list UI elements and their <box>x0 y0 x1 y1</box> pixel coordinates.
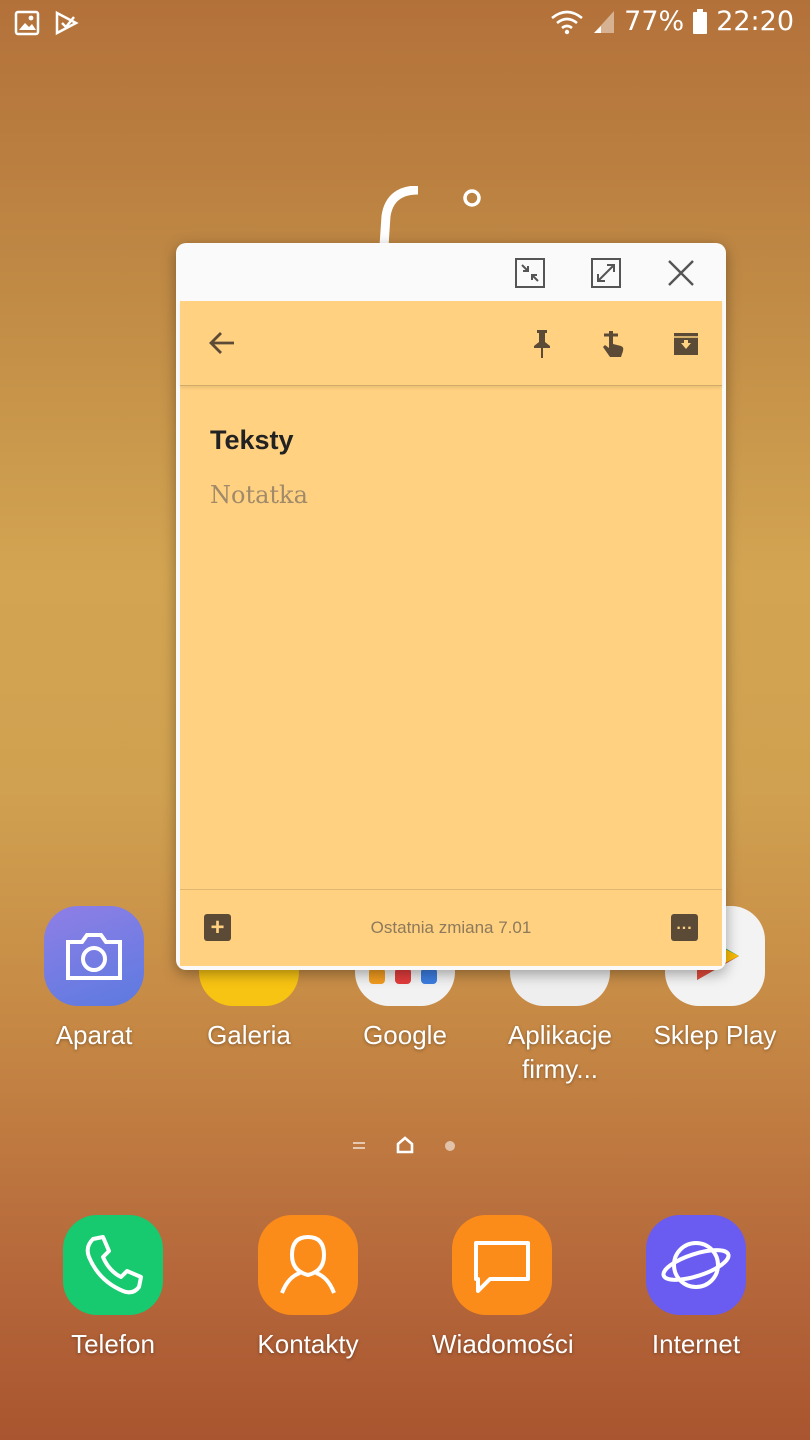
app-label: Telefon <box>71 1329 155 1359</box>
last-modified-text: Ostatnia zmiana 7.01 <box>370 918 532 937</box>
battery-icon <box>693 8 708 34</box>
note-footer: + Ostatnia zmiana 7.01 ... <box>180 889 722 966</box>
maximize-window-icon[interactable] <box>590 257 622 289</box>
dock-internet[interactable]: Internet <box>626 1215 766 1361</box>
home-page-indicator-icon[interactable] <box>396 1136 414 1154</box>
pin-icon[interactable] <box>526 327 558 359</box>
weather-widget-digit <box>379 186 481 246</box>
menu-page-indicator-icon[interactable] <box>352 1138 366 1152</box>
status-bar: 77% 22:20 <box>0 0 810 50</box>
archive-icon[interactable] <box>670 327 702 359</box>
dock-telefon[interactable]: Telefon <box>43 1215 183 1361</box>
back-arrow-icon[interactable] <box>206 327 238 359</box>
page-indicators <box>0 1136 810 1156</box>
reminder-icon[interactable] <box>596 327 628 359</box>
internet-app-icon <box>646 1215 746 1315</box>
battery-percent: 77% <box>624 6 685 37</box>
contacts-app-icon <box>258 1215 358 1315</box>
phone-app-icon <box>63 1215 163 1315</box>
status-right: 77% 22:20 <box>550 6 794 37</box>
messages-app-icon <box>452 1215 552 1315</box>
app-label: Galeria <box>207 1020 291 1050</box>
note-body-input[interactable]: Notatka <box>210 481 308 509</box>
app-label: Kontakty <box>257 1329 359 1359</box>
close-icon[interactable] <box>665 257 697 289</box>
app-label: Sklep Play <box>653 1020 777 1050</box>
note-popup-window: Teksty Notatka + Ostatnia zmiana 7.01 ..… <box>176 243 726 970</box>
note-toolbar <box>180 301 722 386</box>
note-editor: Teksty Notatka + Ostatnia zmiana 7.01 ..… <box>180 301 722 966</box>
app-label: Google <box>363 1020 447 1050</box>
note-title[interactable]: Teksty <box>210 425 294 456</box>
status-left-icons <box>14 10 80 36</box>
wifi-icon <box>551 10 583 34</box>
app-label: Wiadomości <box>432 1329 574 1359</box>
app-aparat[interactable]: Aparat <box>24 906 164 1052</box>
gallery-notification-icon <box>14 10 40 36</box>
minimize-window-icon[interactable] <box>514 257 546 289</box>
app-label: Aplikacje firmy... <box>507 1020 613 1084</box>
app-label: Aparat <box>55 1020 133 1050</box>
clock-time: 22:20 <box>716 6 794 37</box>
app-label: Internet <box>651 1329 741 1359</box>
more-options-button[interactable]: ... <box>671 914 698 941</box>
page-dot-icon[interactable] <box>444 1140 456 1152</box>
play-notification-icon <box>55 10 79 36</box>
camera-app-icon <box>44 906 144 1006</box>
signal-icon <box>594 10 615 33</box>
dock-wiadomosci[interactable]: Wiadomości <box>432 1215 574 1361</box>
popup-window-bar[interactable] <box>176 243 726 301</box>
dock-kontakty[interactable]: Kontakty <box>238 1215 378 1361</box>
